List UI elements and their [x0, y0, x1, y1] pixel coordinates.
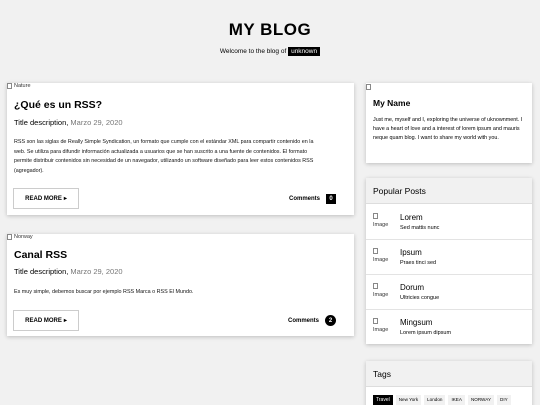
popular-post-subtitle: Sed mattis nunc: [400, 225, 440, 231]
popular-posts-title: Popular Posts: [366, 178, 532, 204]
broken-image-icon: [373, 283, 378, 289]
comments-link[interactable]: Comments 2: [288, 315, 336, 326]
post-date: Marzo 29, 2020: [70, 118, 123, 127]
post-body: RSS son las siglas de Really Simple Synd…: [14, 139, 314, 174]
post-body: Es muy simple, debemos buscar por ejempl…: [14, 289, 194, 295]
tag-ikea[interactable]: IKEA: [448, 395, 465, 405]
profile-image: [366, 84, 371, 90]
broken-image-icon: [373, 248, 378, 254]
broken-image-icon: [373, 213, 378, 219]
tags-title: Tags: [366, 361, 532, 387]
popular-post-name: Lorem: [400, 213, 423, 222]
thumbnail-alt: Image: [373, 326, 389, 333]
tag-new-york[interactable]: New York: [395, 395, 422, 405]
comments-label: Comments: [287, 317, 319, 324]
popular-post-thumbnail: Image: [373, 248, 388, 263]
popular-post-subtitle: Ultricies congue: [400, 295, 440, 301]
thumbnail-alt: Image: [373, 256, 389, 263]
tag-diy[interactable]: DIY: [497, 395, 511, 405]
comments-count-badge: 0: [326, 194, 336, 204]
username-badge: unknown: [288, 47, 321, 56]
comments-link[interactable]: Comments 0: [289, 194, 336, 204]
popular-post-thumbnail: Image: [373, 318, 388, 333]
popular-post-thumbnail: Image: [373, 283, 388, 298]
broken-image-icon: [373, 318, 378, 324]
blog-post-card: Norway Canal RSS Title description, Marz…: [7, 234, 354, 336]
post-subtitle: Title description, Marzo 29, 2020: [14, 267, 123, 276]
popular-post-thumbnail: Image: [373, 213, 388, 228]
welcome-text: Welcome to the blog of: [219, 48, 287, 55]
popular-post-name: Ipsum: [400, 248, 422, 257]
post-image-alt: Norway: [14, 234, 33, 240]
popular-post-subtitle: Praes tinci sed: [400, 260, 437, 266]
blog-post-card: Nature ¿Qué es un RSS? Title description…: [7, 83, 354, 215]
broken-image-icon: [7, 83, 12, 89]
post-description: Title description,: [14, 267, 69, 276]
thumbnail-alt: Image: [373, 221, 389, 228]
post-title: Canal RSS: [14, 249, 68, 261]
arrow-right-icon: ▸: [63, 318, 67, 324]
read-more-label: READ MORE: [25, 317, 62, 324]
post-description: Title description,: [14, 118, 69, 127]
tags-list: Travel New York London IKEA NORWAY DIY: [373, 395, 511, 405]
popular-post-item[interactable]: Image Ipsum Praes tinci sed: [366, 240, 532, 275]
tags-panel: Tags Travel New York London IKEA NORWAY …: [366, 361, 532, 405]
post-date: Marzo 29, 2020: [70, 267, 123, 276]
tag-norway[interactable]: NORWAY: [467, 395, 495, 405]
read-more-button[interactable]: READ MORE ▸: [13, 188, 79, 209]
popular-post-item[interactable]: Image Lorem Sed mattis nunc: [366, 205, 532, 240]
tag-travel[interactable]: Travel: [373, 395, 393, 405]
post-image-alt: Nature: [14, 83, 31, 89]
thumbnail-alt: Image: [373, 291, 389, 298]
post-title: ¿Qué es un RSS?: [14, 99, 103, 111]
post-subtitle: Title description, Marzo 29, 2020: [14, 118, 123, 127]
about-card: My Name Just me, myself and I, exploring…: [366, 83, 532, 163]
popular-post-item[interactable]: Image Mingsum Lorem ipsum dipsum: [366, 310, 532, 345]
read-more-label: READ MORE: [25, 195, 62, 202]
blog-header: MY BLOG Welcome to the blog of unknown: [0, 20, 540, 56]
popular-post-name: Dorum: [400, 283, 425, 292]
comments-label: Comments: [288, 196, 320, 202]
comments-count-badge: 2: [325, 315, 336, 326]
popular-post-name: Mingsum: [400, 318, 433, 327]
broken-image-icon: [7, 234, 12, 240]
about-bio: Just me, myself and I, exploring the uni…: [373, 117, 523, 141]
popular-post-item[interactable]: Image Dorum Ultricies congue: [366, 275, 532, 310]
popular-posts-panel: Popular Posts Image Lorem Sed mattis nun…: [366, 178, 532, 344]
post-image: Norway: [7, 234, 33, 240]
arrow-right-icon: ▸: [63, 196, 67, 202]
about-name: My Name: [373, 98, 411, 108]
broken-image-icon: [366, 84, 371, 90]
post-image: Nature: [7, 83, 31, 89]
popular-post-subtitle: Lorem ipsum dipsum: [400, 330, 452, 336]
read-more-button[interactable]: READ MORE ▸: [13, 310, 79, 331]
welcome-line: Welcome to the blog of unknown: [0, 47, 540, 56]
page-title: MY BLOG: [228, 20, 312, 39]
tag-london[interactable]: London: [424, 395, 446, 405]
